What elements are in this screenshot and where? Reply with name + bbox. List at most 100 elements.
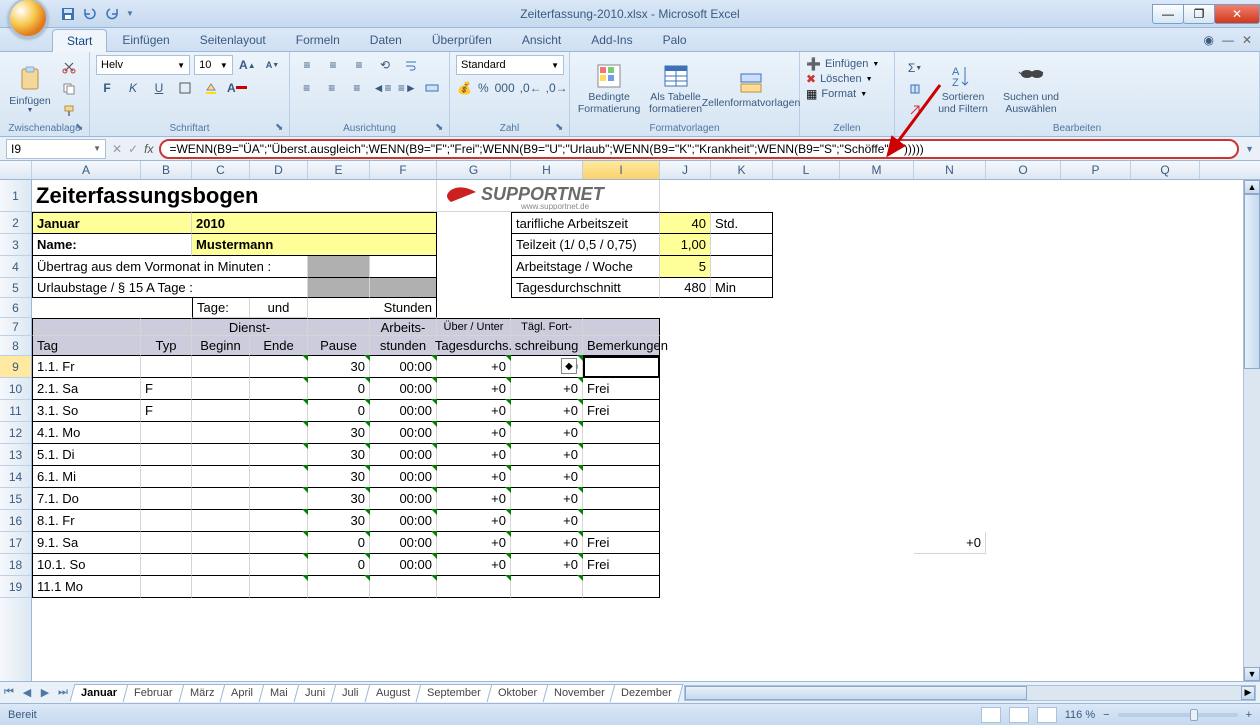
cell-typ[interactable] [141,576,192,598]
cell-bemerkung[interactable]: Frei [583,400,660,422]
name-box[interactable]: I9▼ [6,139,106,159]
cell-tag[interactable]: 8.1. Fr [32,510,141,532]
fill-button[interactable] [901,79,929,99]
zoom-out-button[interactable]: − [1103,709,1109,721]
cell[interactable] [250,554,308,576]
cell-arbeit[interactable]: 00:00 [370,466,437,488]
cell-tag[interactable]: 11.1 Mo [32,576,141,598]
cell-pause[interactable]: 30 [308,422,370,444]
font-launcher-icon[interactable]: ⬊ [275,122,287,134]
cell-ueber[interactable]: +0 [437,488,511,510]
sheet-tab-januar[interactable]: Januar [70,684,129,702]
cell-typ[interactable] [141,356,192,378]
cell-bemerkung[interactable] [583,444,660,466]
delete-cells-button[interactable]: ✖Löschen▼ [806,72,888,86]
expand-formula-icon[interactable]: ▼ [1245,144,1254,154]
cell[interactable] [192,378,250,400]
hdr-schreibung[interactable]: schreibung [511,336,583,356]
ribbon-tab-formeln[interactable]: Formeln [281,28,355,51]
row-header-4[interactable]: 4 [0,256,31,278]
increase-decimal-button[interactable]: ,0← [520,78,542,98]
cell-pause[interactable]: 30 [308,510,370,532]
cell[interactable] [370,278,437,298]
cell-pause[interactable]: 30 [308,444,370,466]
horizontal-scrollbar[interactable]: ◀ ▶ [684,685,1256,701]
hdr-fort[interactable]: Tägl. Fort- [511,318,583,336]
orientation-button[interactable]: ⟲ [374,55,396,75]
sheet-tab-mai[interactable]: Mai [259,684,300,702]
col-header-J[interactable]: J [660,161,711,179]
row-header-1[interactable]: 1 [0,180,31,212]
row-header-14[interactable]: 14 [0,466,31,488]
cell-bemerkung[interactable] [583,466,660,488]
col-header-P[interactable]: P [1061,161,1131,179]
hdr-Ende[interactable]: Ende [250,336,308,356]
hdr-ueber[interactable]: Über / Unter [437,318,511,336]
col-header-O[interactable]: O [986,161,1061,179]
supportnet-logo[interactable]: SUPPORTNETwww.supportnet.de [437,180,660,212]
cell-ueber[interactable]: +0 [437,400,511,422]
cell-fort[interactable]: +0 [511,422,583,444]
pagebreak-view-button[interactable] [1037,707,1057,723]
row-header-7[interactable]: 7 [0,318,31,336]
sheet-title[interactable]: Zeiterfassungsbogen [32,180,437,212]
cell-tag[interactable]: 2.1. Sa [32,378,141,400]
urlaub-label[interactable]: Urlaubstage / § 15 A Tage : [32,278,308,298]
fx-icon[interactable]: fx [144,142,153,156]
find-select-button[interactable]: Suchen und Auswählen [997,62,1065,115]
cell-tag[interactable]: 1.1. Fr [32,356,141,378]
cell-pause[interactable]: 30 [308,488,370,510]
increase-font-button[interactable]: A▲ [237,55,258,75]
cell-typ[interactable]: F [141,378,192,400]
cell-pause[interactable]: 0 [308,554,370,576]
ribbon-tab-ansicht[interactable]: Ansicht [507,28,576,51]
teilzeit-label[interactable]: Teilzeit (1/ 0,5 / 0,75) [511,234,660,256]
cell-fort[interactable]: +0 [511,444,583,466]
row-header-17[interactable]: 17 [0,532,31,554]
prev-sheet-button[interactable]: ◀ [18,684,36,702]
zoom-level[interactable]: 116 % [1065,709,1095,721]
cell-ueber[interactable]: +0 [437,532,511,554]
formula-input[interactable]: =WENN(B9="ÜA";"Überst.ausgleich";WENN(B9… [159,139,1239,159]
cell-bemerkung[interactable] [583,356,660,378]
cell-tag[interactable]: 10.1. So [32,554,141,576]
close-button[interactable]: ✕ [1214,4,1260,24]
cell[interactable] [192,510,250,532]
cell[interactable] [32,318,141,336]
cell-arbeit[interactable]: 00:00 [370,422,437,444]
cell-ueber[interactable]: +0 [437,422,511,444]
cell[interactable] [141,318,192,336]
maximize-button[interactable]: ❐ [1183,4,1215,24]
teilzeit-value[interactable]: 1,00 [660,234,711,256]
sheet-tab-dezember[interactable]: Dezember [610,684,684,702]
cell-bemerkung[interactable] [583,488,660,510]
cell[interactable] [250,576,308,598]
align-right-button[interactable]: ≡ [346,78,367,98]
uebertrag-label[interactable]: Übertrag aus dem Vormonat in Minuten : [32,256,308,278]
cell-typ[interactable] [141,510,192,532]
hdr-Beginn[interactable]: Beginn [192,336,250,356]
cell-typ[interactable] [141,554,192,576]
accept-formula-icon[interactable]: ✓ [128,142,138,156]
ribbon-close-icon[interactable]: ✕ [1242,33,1252,47]
zoom-slider-knob[interactable] [1190,709,1198,721]
minimize-button[interactable]: — [1152,4,1184,24]
hdr-stunden[interactable]: stunden [370,336,437,356]
cell-typ[interactable] [141,488,192,510]
sort-filter-button[interactable]: AZ Sortieren und Filtern [933,62,993,115]
durchschnitt-unit[interactable]: Min [711,278,773,298]
cell-tag[interactable]: 7.1. Do [32,488,141,510]
format-cells-button[interactable]: ▦Format▼ [806,87,888,101]
fill-color-button[interactable] [200,78,222,98]
col-header-B[interactable]: B [141,161,192,179]
thousands-button[interactable]: 000 [494,78,516,98]
cell-bemerkung[interactable] [583,422,660,444]
cell-pause[interactable]: 0 [308,400,370,422]
currency-button[interactable]: 💰 [456,78,473,98]
insert-cells-button[interactable]: ➕Einfügen▼ [806,57,888,71]
col-header-N[interactable]: N [914,161,986,179]
autosum-button[interactable]: Σ▼ [901,58,929,78]
col-header-H[interactable]: H [511,161,583,179]
number-launcher-icon[interactable]: ⬊ [555,122,567,134]
scroll-right-button[interactable]: ▶ [1241,686,1255,700]
